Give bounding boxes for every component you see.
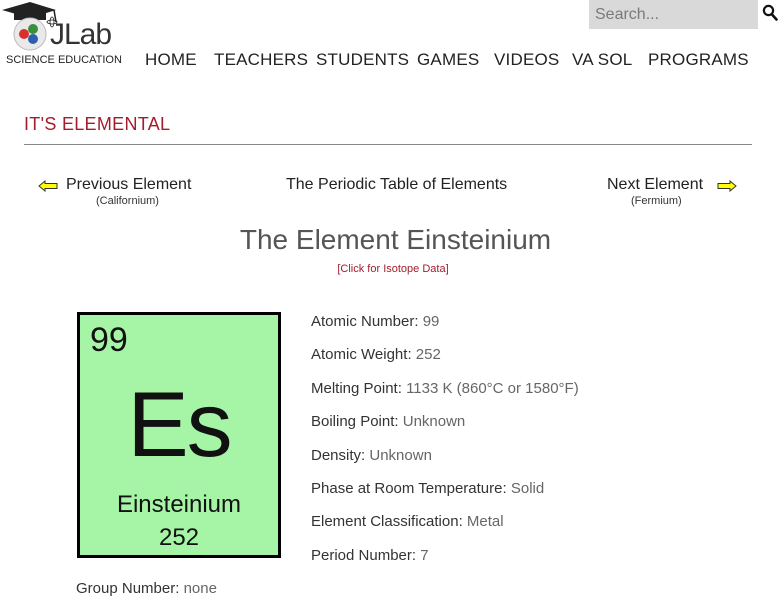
property-row: Phase at Room Temperature: Solid (311, 480, 545, 497)
group-number-row: Group Number: none (76, 580, 217, 597)
nav-students[interactable]: STUDENTS (316, 50, 409, 70)
property-row: Density: Unknown (311, 447, 432, 464)
tile-mass: 252 (158, 524, 200, 551)
logo-subtitle: SCIENCE EDUCATION (6, 54, 122, 66)
property-value: 99 (422, 313, 440, 330)
previous-element-name: (Californium) (96, 195, 159, 207)
logo-wordmark: JLab (50, 18, 112, 51)
property-key: Period Number (311, 547, 412, 564)
previous-element-label: Previous Element (66, 176, 192, 193)
property-key: Element Classification (311, 513, 459, 530)
property-key: Phase at Room Temperature (311, 480, 503, 497)
property-row: Period Number: 7 (311, 547, 429, 564)
property-value: none (183, 580, 217, 597)
tile-symbol: Es (127, 374, 232, 476)
periodic-table-link[interactable]: The Periodic Table of Elements (286, 176, 507, 194)
property-value: Solid (510, 480, 545, 497)
jlab-logo[interactable]: JLab SCIENCE EDUCATION (0, 0, 125, 72)
property-key: Melting Point (311, 380, 398, 397)
property-value: 7 (420, 547, 429, 564)
property-row: Atomic Weight: 252 (311, 346, 441, 363)
property-key: Atomic Number (311, 313, 415, 330)
next-element-name: (Fermium) (631, 195, 682, 207)
property-key: Atomic Weight (311, 346, 408, 363)
nav-va-sol[interactable]: VA SOL (572, 50, 632, 70)
property-key: Group Number (76, 580, 176, 597)
tile-atomic-number: 99 (90, 321, 128, 359)
nav-programs[interactable]: PROGRAMS (648, 50, 749, 70)
search-input[interactable] (589, 0, 758, 29)
search-icon (762, 4, 778, 21)
property-row: Melting Point: 1133 K (860°C or 1580°F) (311, 380, 579, 397)
property-row: Boiling Point: Unknown (311, 413, 466, 430)
nav-games[interactable]: GAMES (417, 50, 479, 70)
property-row: Atomic Number: 99 (311, 313, 440, 330)
property-value: 1133 K (860°C or 1580°F) (406, 380, 579, 397)
element-title: The Element Einsteinium (239, 224, 552, 255)
property-row: Element Classification: Metal (311, 513, 504, 530)
section-title: IT'S ELEMENTAL (24, 114, 171, 134)
search-button[interactable] (762, 4, 780, 24)
tile-name: Einsteinium (116, 491, 242, 518)
property-value: Unknown (402, 413, 466, 430)
nav-videos[interactable]: VIDEOS (494, 50, 559, 70)
element-tile: 99 Es Einsteinium 252 (77, 312, 281, 558)
next-element-label: Next Element (607, 176, 704, 193)
nav-home[interactable]: HOME (145, 50, 197, 70)
property-value: Unknown (369, 447, 432, 464)
property-value: 252 (415, 346, 441, 363)
isotope-data-link[interactable]: [Click for Isotope Data] (0, 263, 781, 275)
section-divider (24, 144, 752, 145)
property-key: Boiling Point (311, 413, 395, 430)
property-value: Metal (466, 513, 504, 530)
property-key: Density (311, 447, 362, 464)
arrow-left-icon (38, 180, 58, 192)
arrow-right-icon (717, 180, 737, 192)
nav-teachers[interactable]: TEACHERS (214, 50, 308, 70)
